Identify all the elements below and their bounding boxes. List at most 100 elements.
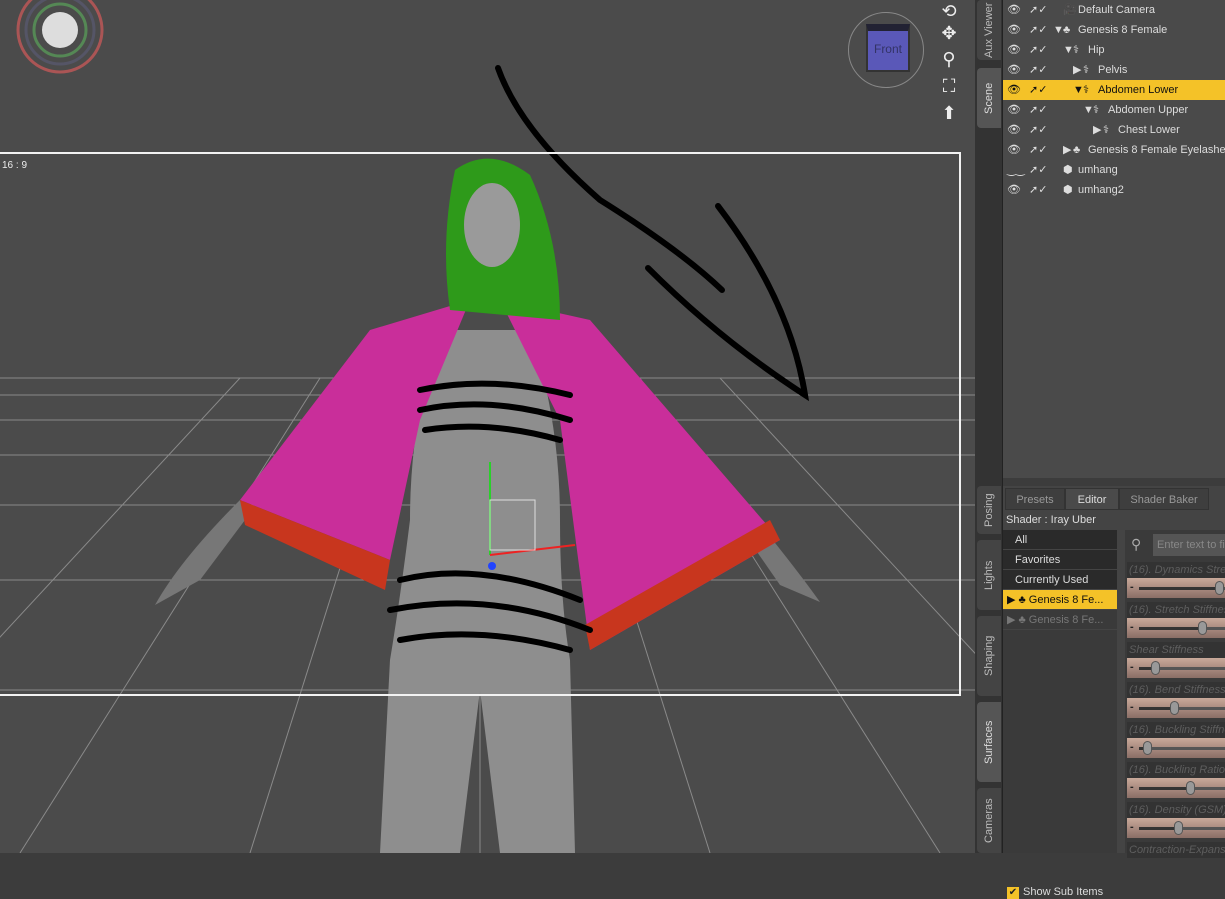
- eye-icon[interactable]: 👁: [1007, 40, 1021, 60]
- pan-icon[interactable]: ✥: [938, 22, 960, 44]
- scene-item[interactable]: 👁 ➚✓ 🎥 Default Camera: [1003, 0, 1225, 20]
- tab-cameras[interactable]: Cameras: [977, 788, 1001, 853]
- slider-knob[interactable]: [1142, 741, 1152, 755]
- scene-item-label: Genesis 8 Female: [1078, 24, 1168, 36]
- tab-lights[interactable]: Lights: [977, 540, 1001, 610]
- slider-track[interactable]: -: [1127, 818, 1225, 838]
- zoom-icon[interactable]: ⚲: [938, 48, 960, 70]
- frame-icon[interactable]: ⛶: [938, 75, 960, 97]
- eye-icon[interactable]: 👁: [1007, 100, 1021, 120]
- eye-closed-icon[interactable]: ‿‿: [1007, 160, 1025, 180]
- scene-item[interactable]: 👁 ➚✓ ▶ ⚕ Chest Lower: [1003, 120, 1225, 140]
- eye-icon[interactable]: 👁: [1007, 80, 1021, 100]
- scene-item[interactable]: 👁 ➚✓ ▼ ⚕ Abdomen Lower: [1003, 80, 1225, 100]
- figure-icon: ♣: [1073, 144, 1081, 156]
- view-cube[interactable]: Front: [866, 24, 910, 72]
- selectable-cursor-icon[interactable]: ➚✓: [1029, 80, 1047, 100]
- slider-knob[interactable]: [1174, 821, 1184, 835]
- decrement-icon[interactable]: -: [1130, 741, 1134, 753]
- eye-icon[interactable]: 👁: [1007, 60, 1021, 80]
- slider-track[interactable]: -: [1127, 658, 1225, 678]
- slider-track[interactable]: -: [1127, 778, 1225, 798]
- prop-icon: ⬢: [1063, 184, 1073, 196]
- slider-track[interactable]: -: [1127, 618, 1225, 638]
- property-slider[interactable]: (16). Stretch Stiffness -: [1127, 602, 1225, 640]
- property-list: ⚲ Enter text to filter (16). Dynamics St…: [1125, 530, 1225, 858]
- tab-presets[interactable]: Presets: [1005, 488, 1065, 510]
- slider-knob[interactable]: [1215, 581, 1225, 595]
- property-slider[interactable]: (16). Bend Stiffness -: [1127, 682, 1225, 720]
- slider-track[interactable]: -: [1127, 738, 1225, 758]
- property-label: (16). Buckling Ratio: [1127, 762, 1225, 778]
- selectable-cursor-icon[interactable]: ➚✓: [1029, 60, 1047, 80]
- decrement-icon[interactable]: -: [1130, 661, 1134, 673]
- tab-shaping[interactable]: Shaping: [977, 616, 1001, 696]
- scene-item-label: Genesis 8 Female Eyelashes: [1088, 144, 1225, 156]
- scene-item-label: Abdomen Lower: [1098, 84, 1179, 96]
- shader-label: Shader : Iray Uber: [1006, 514, 1096, 526]
- expander-icon[interactable]: ▶: [1093, 120, 1101, 140]
- property-slider[interactable]: (16). Buckling Stiffness -: [1127, 722, 1225, 760]
- scene-item[interactable]: 👁 ➚✓ ▼ ♣ Genesis 8 Female: [1003, 20, 1225, 40]
- category-currently-used[interactable]: Currently Used: [1003, 570, 1117, 590]
- selectable-cursor-icon[interactable]: ➚✓: [1029, 20, 1047, 40]
- slider-knob[interactable]: [1170, 701, 1180, 715]
- tab-editor[interactable]: Editor: [1065, 488, 1119, 510]
- filter-input[interactable]: Enter text to filter: [1153, 534, 1225, 556]
- eye-icon[interactable]: 👁: [1007, 140, 1021, 160]
- property-label: Contraction-Expansion: [1127, 842, 1225, 858]
- bone-icon: ⚕: [1083, 64, 1089, 76]
- scene-item[interactable]: 👁 ➚✓ ▼ ⚕ Abdomen Upper: [1003, 100, 1225, 120]
- tab-surfaces[interactable]: Surfaces: [977, 702, 1001, 782]
- selectable-cursor-icon[interactable]: ➚✓: [1029, 40, 1047, 60]
- surface-node-selected[interactable]: ▶ ♣ Genesis 8 Fe...: [1003, 590, 1117, 610]
- selectable-cursor-icon[interactable]: ➚✓: [1029, 180, 1047, 200]
- tab-shader-baker[interactable]: Shader Baker: [1119, 488, 1209, 510]
- reset-view-icon[interactable]: ⬆: [938, 102, 960, 124]
- eye-icon[interactable]: 👁: [1007, 0, 1021, 20]
- bone-icon: ⚕: [1073, 44, 1079, 56]
- slider-knob[interactable]: [1185, 781, 1195, 795]
- render-frame: [0, 152, 961, 696]
- selectable-cursor-icon[interactable]: ➚✓: [1029, 100, 1047, 120]
- tab-scene[interactable]: Scene: [977, 68, 1001, 128]
- property-slider[interactable]: (16). Density (GSM) -: [1127, 802, 1225, 840]
- decrement-icon[interactable]: -: [1130, 781, 1134, 793]
- bone-icon: ⚕: [1103, 124, 1109, 136]
- figure-icon: ♣: [1063, 24, 1071, 36]
- selectable-cursor-icon[interactable]: ➚✓: [1029, 0, 1047, 20]
- scene-item[interactable]: ‿‿ ➚✓ ⬢ umhang: [1003, 160, 1225, 180]
- selectable-cursor-icon[interactable]: ➚✓: [1029, 120, 1047, 140]
- 3d-viewport[interactable]: 16 : 9 Front ⟲ ✥ ⚲ ⛶ ⬆: [0, 0, 975, 853]
- decrement-icon[interactable]: -: [1130, 581, 1134, 593]
- scene-item[interactable]: 👁 ➚✓ ▶ ⚕ Pelvis: [1003, 60, 1225, 80]
- eye-icon[interactable]: 👁: [1007, 20, 1021, 40]
- expander-icon[interactable]: ▶: [1063, 140, 1071, 160]
- eye-icon[interactable]: 👁: [1007, 120, 1021, 140]
- decrement-icon[interactable]: -: [1130, 821, 1134, 833]
- orbit-icon[interactable]: ⟲: [938, 0, 960, 22]
- slider-track[interactable]: -: [1127, 698, 1225, 718]
- surface-node[interactable]: ▶ ♣ Genesis 8 Fe...: [1003, 610, 1117, 630]
- property-slider[interactable]: (16). Buckling Ratio -: [1127, 762, 1225, 800]
- property-label: (16). Dynamics Strength: [1127, 562, 1225, 578]
- slider-knob[interactable]: [1150, 661, 1160, 675]
- category-all[interactable]: All: [1003, 530, 1117, 550]
- category-favorites[interactable]: Favorites: [1003, 550, 1117, 570]
- property-slider[interactable]: Shear Stiffness -: [1127, 642, 1225, 680]
- eye-icon[interactable]: 👁: [1007, 180, 1021, 200]
- scene-item[interactable]: 👁 ➚✓ ▶ ♣ Genesis 8 Female Eyelashes: [1003, 140, 1225, 160]
- selectable-cursor-icon[interactable]: ➚✓: [1029, 160, 1047, 180]
- tab-aux-viewer[interactable]: Aux Viewer: [977, 0, 1001, 60]
- selectable-cursor-icon[interactable]: ➚✓: [1029, 140, 1047, 160]
- scene-item[interactable]: 👁 ➚✓ ▼ ⚕ Hip: [1003, 40, 1225, 60]
- decrement-icon[interactable]: -: [1130, 621, 1134, 633]
- tab-posing[interactable]: Posing: [977, 486, 1001, 534]
- property-slider[interactable]: (16). Dynamics Strength -: [1127, 562, 1225, 600]
- expander-icon[interactable]: ▶: [1073, 60, 1081, 80]
- slider-track[interactable]: -: [1127, 578, 1225, 598]
- scene-item[interactable]: 👁 ➚✓ ⬢ umhang2: [1003, 180, 1225, 200]
- show-sub-items-checkbox[interactable]: ✔ Show Sub Items: [1007, 886, 1103, 899]
- decrement-icon[interactable]: -: [1130, 701, 1134, 713]
- slider-knob[interactable]: [1197, 621, 1207, 635]
